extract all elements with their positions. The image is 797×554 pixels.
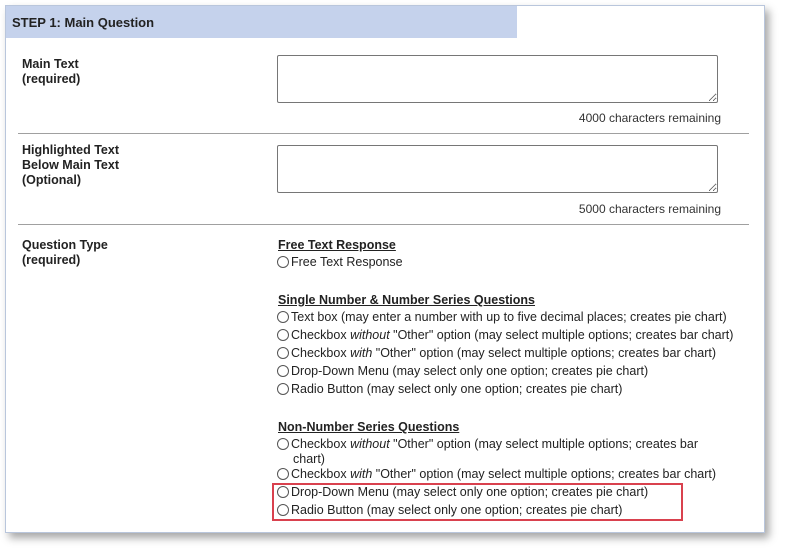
option-label: "Other" option (may select multiple opti… xyxy=(389,437,698,451)
option-radio-button[interactable]: Radio Button (may select only one option… xyxy=(277,382,757,397)
main-text-input[interactable] xyxy=(277,55,718,103)
option-label-emphasis: with xyxy=(350,467,373,481)
option-label: Checkbox xyxy=(291,328,351,342)
option-nn-checkbox-with-other[interactable]: Checkbox with "Other" option (may select… xyxy=(277,467,757,482)
option-text-box[interactable]: Text box (may enter a number with up to … xyxy=(277,310,757,325)
highlight-box xyxy=(272,483,683,521)
step-header: STEP 1: Main Question xyxy=(6,6,517,38)
highlighted-text-label-line2: Below Main Text xyxy=(22,158,120,172)
option-nn-checkbox-without-other[interactable]: Checkbox without "Other" option (may sel… xyxy=(277,437,737,467)
radio-button-icon[interactable] xyxy=(277,365,289,377)
highlighted-text-remaining: 5000 characters remaining xyxy=(578,202,721,216)
main-question-panel: STEP 1: Main Question Main Text (require… xyxy=(5,5,765,533)
option-label: "Other" option (may select multiple opti… xyxy=(372,346,717,360)
question-type-label-line1: Question Type xyxy=(22,238,108,252)
option-label: Checkbox xyxy=(291,467,351,481)
radio-button-icon[interactable] xyxy=(277,438,289,450)
option-label: Text box (may enter a number with up to … xyxy=(291,310,727,324)
option-checkbox-without-other[interactable]: Checkbox without "Other" option (may sel… xyxy=(277,328,757,343)
highlighted-text-label-line1: Highlighted Text xyxy=(22,143,119,157)
option-label-emphasis: without xyxy=(350,328,390,342)
highlighted-text-label: Highlighted Text Below Main Text (Option… xyxy=(22,143,119,188)
option-label: Drop-Down Menu (may select only one opti… xyxy=(291,364,649,378)
divider xyxy=(18,133,749,134)
highlighted-text-input[interactable] xyxy=(277,145,718,193)
option-checkbox-with-other[interactable]: Checkbox with "Other" option (may select… xyxy=(277,346,757,361)
group-title-non-number-series: Non-Number Series Questions xyxy=(278,420,460,434)
radio-button-icon[interactable] xyxy=(277,256,289,268)
divider xyxy=(18,224,749,225)
option-label: Free Text Response xyxy=(291,255,403,269)
main-text-remaining: 4000 characters remaining xyxy=(578,111,721,125)
group-title-free-text: Free Text Response xyxy=(278,238,396,252)
radio-button-icon[interactable] xyxy=(277,329,289,341)
option-label: "Other" option (may select multiple opti… xyxy=(372,467,717,481)
radio-button-icon[interactable] xyxy=(277,468,289,480)
main-text-label: Main Text (required) xyxy=(22,57,80,87)
option-label-continued: chart) xyxy=(293,452,325,466)
option-label: Checkbox xyxy=(291,437,351,451)
question-type-label-line2: (required) xyxy=(22,253,81,267)
group-title-number-series: Single Number & Number Series Questions xyxy=(278,293,536,307)
main-text-label-line2: (required) xyxy=(22,72,81,86)
radio-button-icon[interactable] xyxy=(277,383,289,395)
option-label-emphasis: with xyxy=(350,346,373,360)
option-free-text-response[interactable]: Free Text Response xyxy=(277,255,757,270)
radio-button-icon[interactable] xyxy=(277,347,289,359)
option-label: Radio Button (may select only one option… xyxy=(291,382,623,396)
option-drop-down-menu[interactable]: Drop-Down Menu (may select only one opti… xyxy=(277,364,757,379)
option-label-emphasis: without xyxy=(350,437,390,451)
highlighted-text-label-line3: (Optional) xyxy=(22,173,82,187)
main-text-label-line1: Main Text xyxy=(22,57,79,71)
option-label: "Other" option (may select multiple opti… xyxy=(389,328,734,342)
question-type-label: Question Type (required) xyxy=(22,238,108,268)
option-label: Checkbox xyxy=(291,346,351,360)
radio-button-icon[interactable] xyxy=(277,311,289,323)
